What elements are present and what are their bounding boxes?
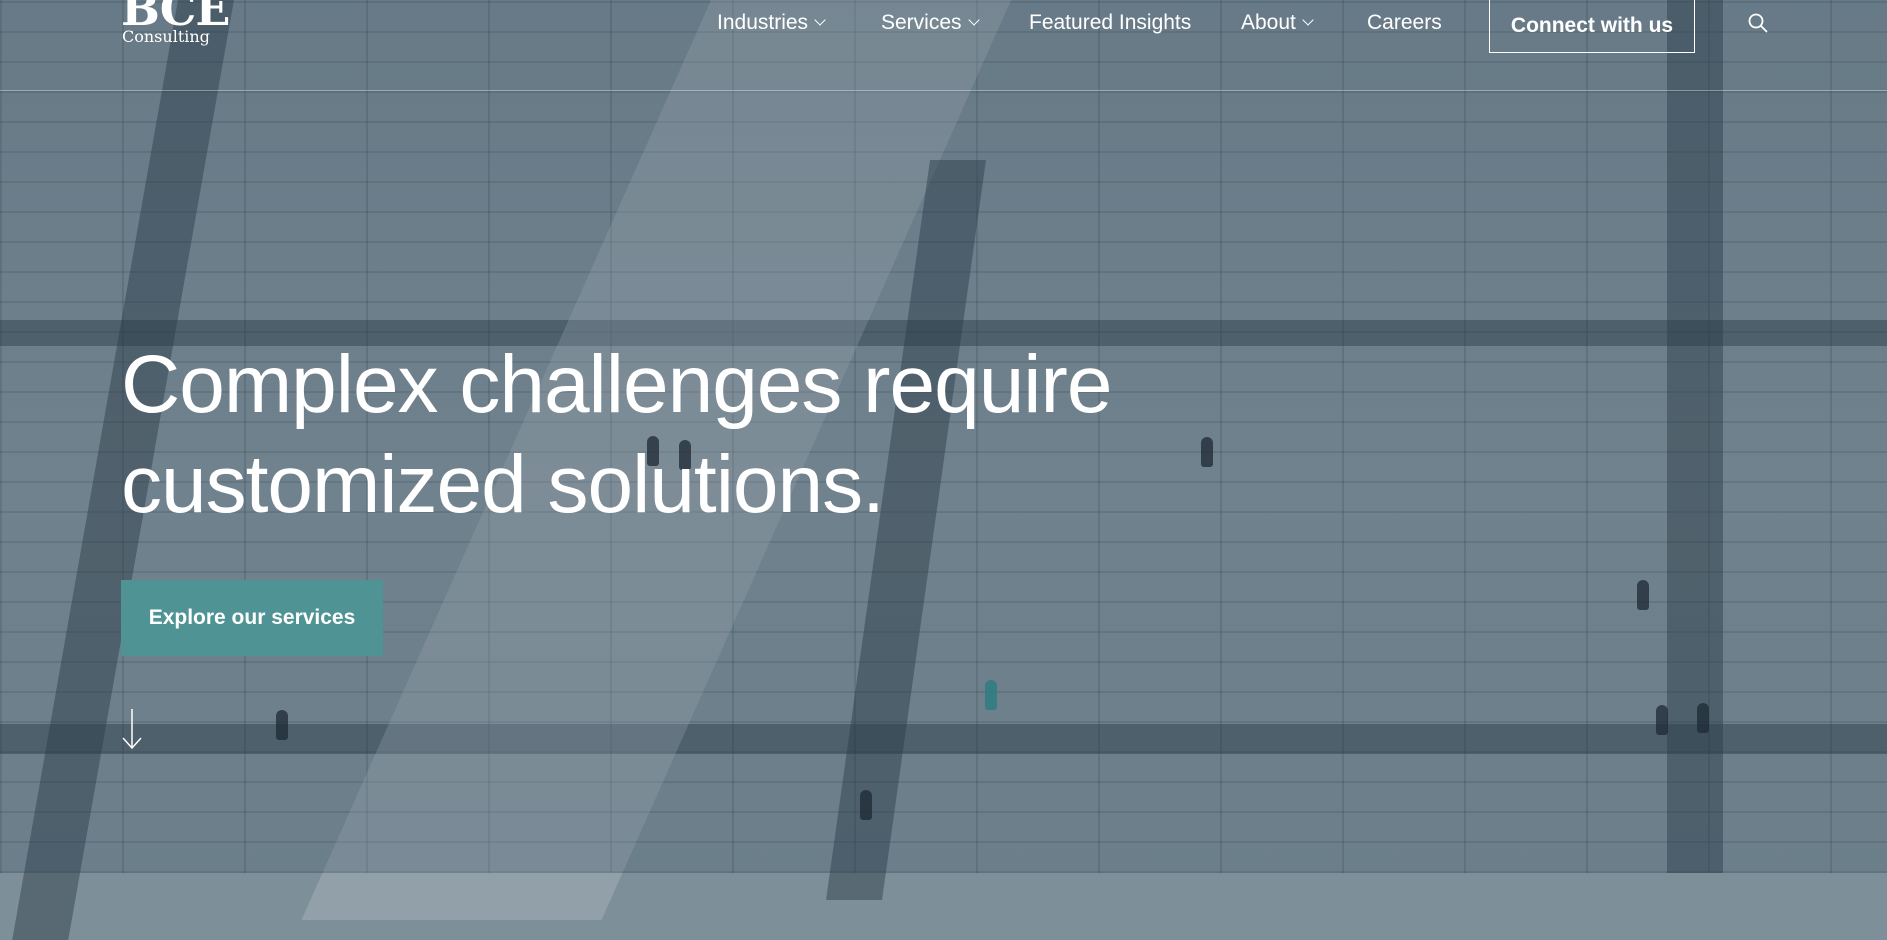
nav-item-label: Industries (717, 11, 809, 34)
nav-item-featured-insights[interactable]: Featured Insights (1029, 10, 1191, 36)
connect-button[interactable]: Connect with us (1489, 0, 1695, 53)
hero-title: Complex challenges require customized so… (121, 335, 1221, 535)
chevron-down-icon (1302, 14, 1314, 26)
hero-title-line-2: customized solutions. (121, 439, 885, 530)
hero-title-line-1: Complex challenges require (121, 339, 1112, 430)
nav-item-about[interactable]: About (1241, 10, 1314, 36)
nav-item-services[interactable]: Services (881, 10, 980, 36)
chevron-down-icon (814, 14, 826, 26)
arrow-down-icon (122, 709, 142, 750)
search-icon (1748, 13, 1768, 33)
logo[interactable]: BCE Consulting (121, 0, 230, 46)
explore-services-button[interactable]: Explore our services (121, 580, 383, 656)
search-button[interactable] (1747, 12, 1769, 34)
site-header: BCE Consulting Industries Services Featu… (0, 0, 1887, 91)
scroll-down-button[interactable] (120, 707, 144, 751)
nav-item-careers[interactable]: Careers (1367, 10, 1442, 36)
nav-item-label: About (1241, 11, 1296, 34)
nav-item-label: Services (881, 11, 962, 34)
chevron-down-icon (967, 14, 980, 26)
nav-item-label: Careers (1367, 11, 1442, 34)
nav-item-industries[interactable]: Industries (717, 10, 826, 36)
nav-item-label: Featured Insights (1029, 11, 1192, 34)
